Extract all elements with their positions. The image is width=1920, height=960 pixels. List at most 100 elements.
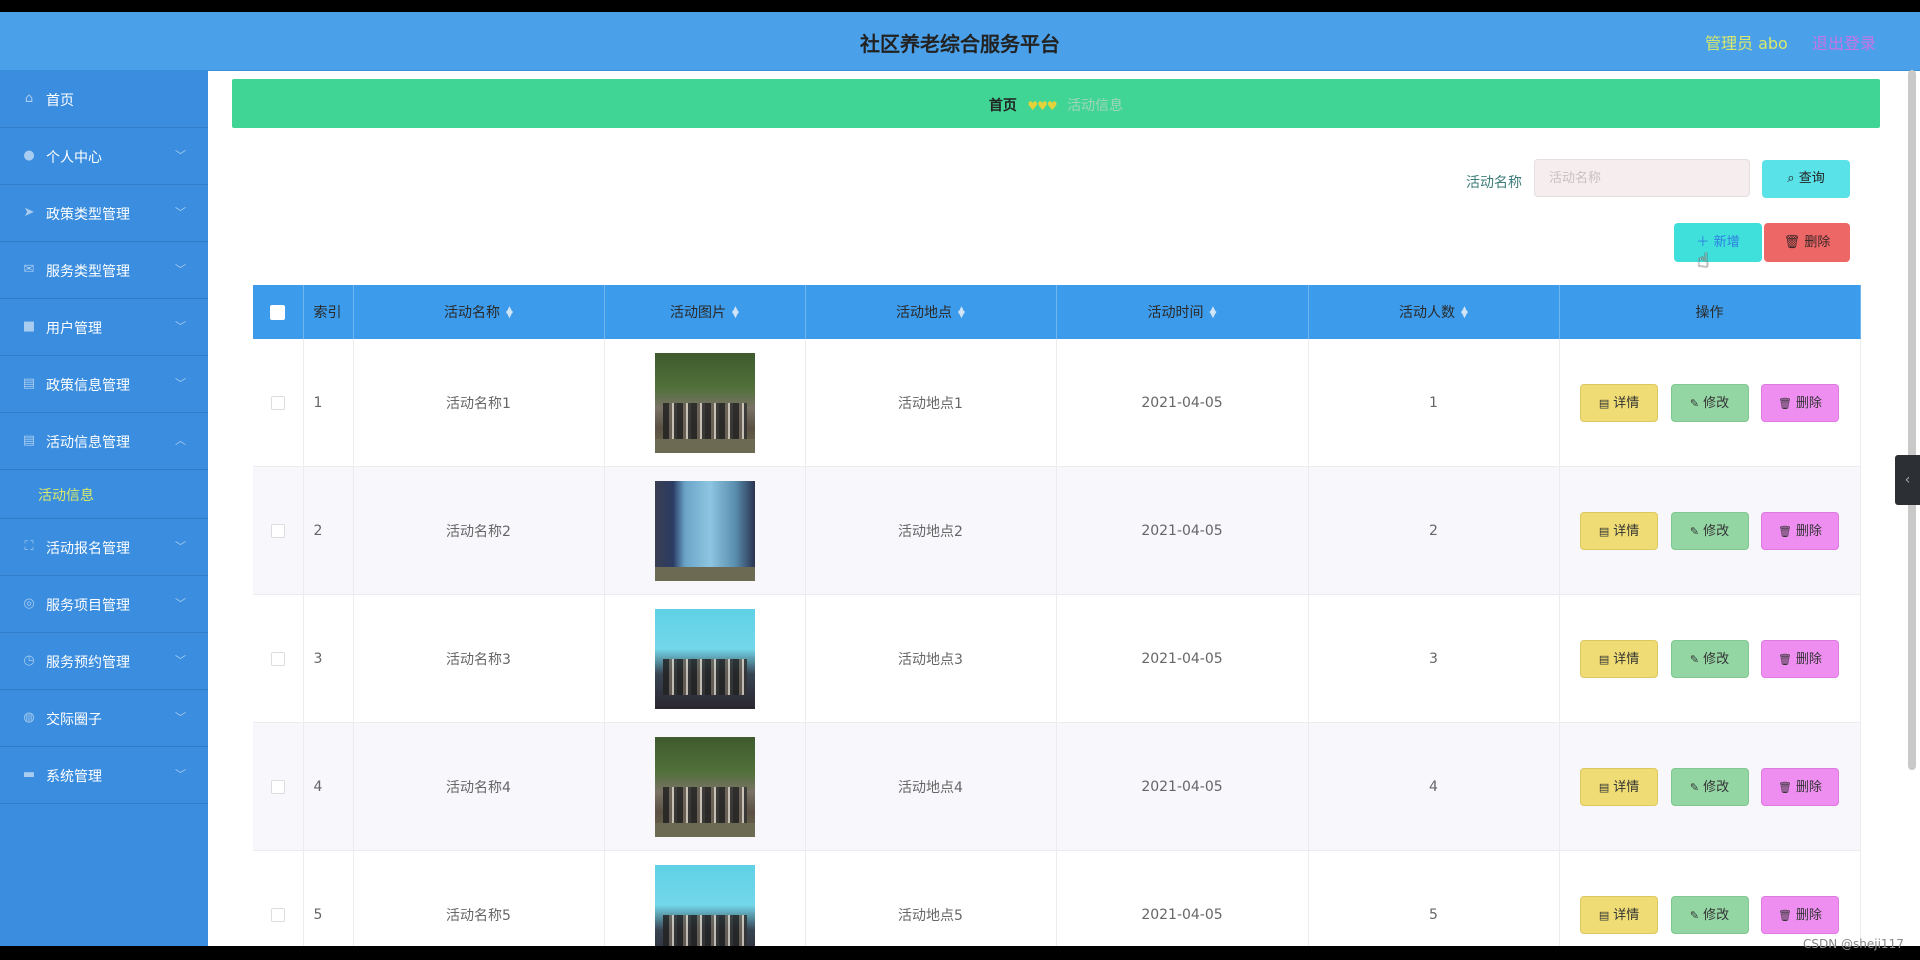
delete-button[interactable]: 🗑 删除 — [1760, 511, 1839, 550]
search-label: 活动名称 — [1466, 175, 1522, 191]
cell-count: 2 — [1308, 466, 1560, 595]
sidebar-item-users[interactable]: ■ 用户管理 ﹀ — [0, 299, 208, 356]
chevron-down-icon: ﹀ — [175, 654, 186, 667]
chevron-down-icon: ﹀ — [175, 597, 186, 610]
add-button-label: 新增 — [1713, 235, 1740, 250]
sidebar-item-label: 个人中心 — [46, 150, 102, 166]
sort-icon[interactable]: ▲ ▼ — [506, 306, 513, 320]
col-image[interactable]: 活动图片 ▲ ▼ — [604, 285, 806, 339]
sort-icon[interactable]: ▲ ▼ — [732, 306, 739, 320]
row-checkbox[interactable] — [270, 523, 285, 538]
cell-place: 活动地点4 — [805, 722, 1057, 851]
scrollbar-thumb[interactable] — [1908, 70, 1916, 770]
query-button[interactable]: ⌕ 查询 — [1762, 160, 1850, 198]
cell-name: 活动名称1 — [353, 339, 605, 467]
sort-icon[interactable]: ▲ ▼ — [1461, 306, 1468, 320]
col-name[interactable]: 活动名称 ▲ ▼ — [353, 285, 605, 339]
sidebar-item-label: 服务预约管理 — [46, 655, 130, 671]
sidebar-item-activity-info[interactable]: ▤ 活动信息管理 ︿ — [0, 413, 208, 470]
sidebar-item-system[interactable]: ▬ 系统管理 ﹀ — [0, 747, 208, 804]
sidebar-subitem-activity[interactable]: 活动信息 — [38, 485, 94, 505]
activity-photo[interactable] — [654, 736, 755, 837]
sidebar-item-service-project[interactable]: ◎ 服务项目管理 ﹀ — [0, 576, 208, 633]
document-icon: ▤ — [1598, 780, 1610, 794]
activity-photo[interactable] — [654, 480, 755, 581]
sidebar-item-policy-type[interactable]: ➤ 政策类型管理 ﹀ — [0, 185, 208, 242]
row-checkbox[interactable] — [270, 395, 285, 410]
col-place[interactable]: 活动地点 ▲ ▼ — [805, 285, 1057, 339]
sidebar-item-service-type[interactable]: ✉ 服务类型管理 ﹀ — [0, 242, 208, 299]
detail-button[interactable]: ▤ 详情 — [1580, 767, 1659, 806]
row-select-cell — [253, 466, 304, 595]
page-scrollbar[interactable] — [1904, 70, 1920, 770]
table-row: 3 活动名称3 活动地点3 2021-04-05 3 ▤ 详情 ✎ 修改 🗑 删除 — [253, 594, 1861, 723]
breadcrumb-current: 活动信息 — [1067, 98, 1124, 114]
activity-photo[interactable] — [654, 864, 755, 946]
watermark: CSDN @sheji117 — [1803, 937, 1904, 951]
sidebar-item-service-booking[interactable]: ◷ 服务预约管理 ﹀ — [0, 633, 208, 690]
batch-delete-label: 删除 — [1804, 235, 1831, 250]
trash-icon: 🗑 — [1783, 235, 1801, 250]
detail-button[interactable]: ▤ 详情 — [1580, 895, 1659, 934]
chevron-down-icon: ﹀ — [175, 711, 186, 724]
edit-label: 修改 — [1703, 651, 1730, 667]
edit-button[interactable]: ✎ 修改 — [1670, 639, 1749, 678]
activity-photo[interactable] — [654, 352, 755, 453]
row-select-cell — [253, 339, 304, 467]
delete-button[interactable]: 🗑 删除 — [1760, 895, 1839, 934]
sidebar-item-profile[interactable]: ● 个人中心 ﹀ — [0, 128, 208, 185]
row-checkbox[interactable] — [270, 779, 285, 794]
chevron-down-icon: ﹀ — [175, 768, 186, 781]
breadcrumb-home[interactable]: 首页 — [989, 98, 1017, 114]
col-name-label: 活动名称 — [444, 305, 501, 321]
delete-button[interactable]: 🗑 删除 — [1760, 383, 1839, 422]
batch-delete-button[interactable]: 🗑 删除 — [1764, 223, 1850, 262]
activity-photo[interactable] — [654, 608, 755, 709]
edit-label: 修改 — [1703, 523, 1730, 539]
user-icon: ● — [23, 148, 35, 163]
detail-button[interactable]: ▤ 详情 — [1580, 511, 1659, 550]
detail-button[interactable]: ▤ 详情 — [1580, 639, 1659, 678]
col-time[interactable]: 活动时间 ▲ ▼ — [1056, 285, 1309, 339]
table-row: 1 活动名称1 活动地点1 2021-04-05 1 ▤ 详情 ✎ 修改 🗑 删除 — [253, 339, 1861, 467]
row-checkbox[interactable] — [270, 907, 285, 922]
sidebar-item-home[interactable]: ⌂ 首页 — [0, 71, 208, 128]
sidebar: ⌂ 首页 ● 个人中心 ﹀ ➤ 政策类型管理 ﹀ ✉ 服务类型管理 ﹀ ■ 用户… — [0, 71, 208, 946]
select-all-cell — [253, 285, 304, 339]
delete-button[interactable]: 🗑 删除 — [1760, 767, 1839, 806]
edit-button[interactable]: ✎ 修改 — [1670, 511, 1749, 550]
trash-icon: 🗑 — [1777, 908, 1792, 922]
sidebar-item-social[interactable]: ◍ 交际圈子 ﹀ — [0, 690, 208, 747]
sort-icon[interactable]: ▲ ▼ — [958, 306, 965, 320]
detail-button[interactable]: ▤ 详情 — [1580, 383, 1659, 422]
row-checkbox[interactable] — [270, 651, 285, 666]
edit-button[interactable]: ✎ 修改 — [1670, 895, 1749, 934]
delete-label: 删除 — [1795, 907, 1822, 923]
sidebar-item-policy-info[interactable]: ▤ 政策信息管理 ﹀ — [0, 356, 208, 413]
current-user: 管理员 abo — [1705, 34, 1788, 53]
ticket-icon: ▬ — [22, 767, 36, 782]
chevron-down-icon: ﹀ — [175, 263, 186, 276]
sidebar-item-label: 服务类型管理 — [46, 264, 130, 280]
delete-label: 删除 — [1795, 523, 1822, 539]
cell-name: 活动名称4 — [353, 722, 605, 851]
logout-link[interactable]: 退出登录 — [1812, 30, 1876, 54]
app-frame: 社区养老综合服务平台 管理员 abo 退出登录 ⌂ 首页 ● 个人中心 ﹀ ➤ … — [0, 12, 1920, 946]
cell-ops: ▤ 详情 ✎ 修改 🗑 删除 — [1559, 339, 1861, 467]
detail-label: 详情 — [1613, 907, 1640, 923]
search-input[interactable] — [1534, 159, 1750, 197]
edit-button[interactable]: ✎ 修改 — [1670, 767, 1749, 806]
delete-button[interactable]: 🗑 删除 — [1760, 639, 1839, 678]
cell-ops: ▤ 详情 ✎ 修改 🗑 删除 — [1559, 850, 1861, 946]
add-button[interactable]: ＋ 新增 — [1674, 223, 1762, 262]
sort-icon[interactable]: ▲ ▼ — [1210, 306, 1217, 320]
cell-index: 3 — [303, 594, 354, 723]
select-all-checkbox[interactable] — [270, 304, 286, 320]
col-count[interactable]: 活动人数 ▲ ▼ — [1308, 285, 1560, 339]
sidebar-item-activity-signup[interactable]: ⛶ 活动报名管理 ﹀ — [0, 519, 208, 576]
chevron-down-icon: ﹀ — [175, 377, 186, 390]
edit-button[interactable]: ✎ 修改 — [1670, 383, 1749, 422]
cell-image — [604, 466, 806, 595]
cell-count: 4 — [1308, 722, 1560, 851]
chevron-left-icon[interactable]: ‹ — [1895, 455, 1920, 505]
